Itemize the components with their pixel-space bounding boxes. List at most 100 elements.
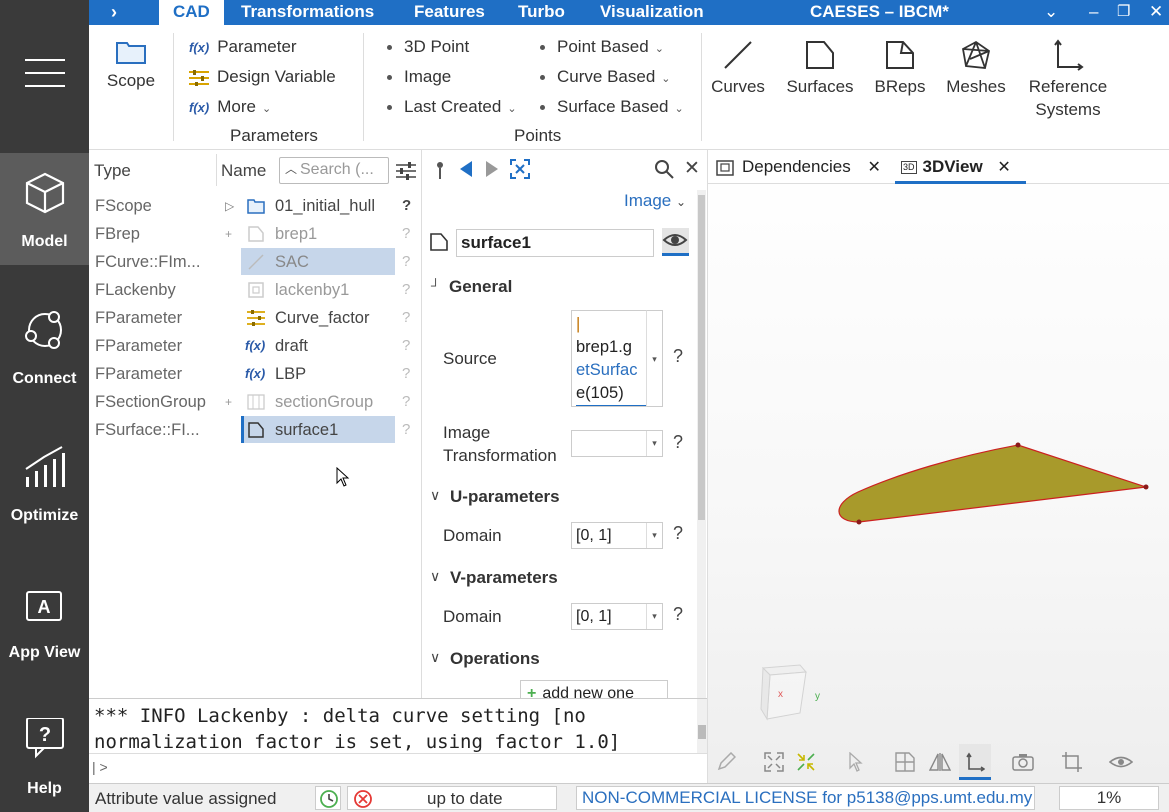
help-question-icon[interactable]: ? (402, 360, 410, 388)
object-name-field[interactable]: surface1 (456, 229, 654, 257)
u-domain-select[interactable]: [0, 1] ▾ (571, 522, 663, 549)
properties-scrollbar[interactable] (697, 190, 706, 698)
u-parameters-section-header[interactable]: U-parameters (450, 487, 560, 507)
point-based-button[interactable]: Point Based ⌄ (540, 37, 664, 57)
help-question-icon[interactable]: ? (402, 248, 410, 276)
more-button[interactable]: f(x) More ⌄ (189, 97, 271, 117)
scope-button[interactable]: Scope (104, 39, 158, 92)
help-question-icon[interactable]: ? (402, 388, 410, 416)
general-section-header[interactable]: General (449, 277, 512, 297)
surface-based-button[interactable]: Surface Based ⌄ (540, 97, 684, 117)
parameter-button[interactable]: f(x) Parameter (189, 37, 297, 57)
v-domain-select[interactable]: [0, 1] ▾ (571, 603, 663, 630)
rail-connect[interactable]: Connect (0, 290, 89, 402)
expand-chevron-icon[interactable]: › (111, 0, 117, 25)
add-new-operation-button[interactable]: + add new one (520, 680, 668, 698)
filter-settings-icon[interactable] (396, 161, 416, 181)
help-question-icon[interactable]: ? (402, 220, 410, 248)
image-transformation-select[interactable]: ▾ (571, 430, 663, 457)
rail-optimize[interactable]: Optimize (0, 427, 89, 539)
tab-cad[interactable]: CAD (159, 0, 224, 25)
close-icon[interactable]: ✕ (684, 157, 700, 180)
close-window-icon[interactable]: ✕ (1149, 0, 1163, 25)
axes-toggle-button[interactable] (959, 744, 991, 780)
tab-transformations[interactable]: Transformations (241, 0, 374, 25)
tree-row[interactable]: FScope ▷ 01_initial_hull ? (89, 192, 421, 220)
console-output[interactable]: *** INFO Lackenby : delta curve setting … (89, 698, 707, 753)
operations-section-header[interactable]: Operations (450, 649, 540, 669)
help-question-icon[interactable]: ? (402, 276, 410, 304)
close-icon[interactable]: ✕ (997, 159, 1010, 176)
tab-3dview[interactable]: 3D 3DView ✕ (895, 150, 1026, 184)
select-target-icon[interactable] (510, 159, 530, 179)
tab-turbo[interactable]: Turbo (518, 0, 565, 25)
license-info[interactable]: NON-COMMERCIAL LICENSE for p5138@pps.umt… (576, 786, 1035, 810)
meshes-button[interactable]: Meshes (942, 39, 1010, 98)
tree-row[interactable]: FParameter f(x) LBP ? (89, 360, 421, 388)
chevron-down-icon[interactable]: ∨ (430, 649, 440, 666)
back-arrow-icon[interactable] (459, 160, 473, 178)
mirror-icon[interactable] (929, 752, 951, 772)
tree-row[interactable]: FParameter f(x) draft ? (89, 332, 421, 360)
breps-button[interactable]: BReps (869, 39, 931, 98)
design-variable-button[interactable]: Design Variable (189, 67, 336, 87)
v-parameters-section-header[interactable]: V-parameters (450, 568, 558, 588)
rail-model[interactable]: Model (0, 153, 89, 265)
tree-row[interactable]: FParameter Curve_factor ? (89, 304, 421, 332)
eye-icon[interactable] (1109, 754, 1133, 770)
zoom-selection-icon[interactable] (796, 752, 816, 772)
help-question-icon[interactable]: ? (673, 604, 683, 625)
tree-row[interactable]: FSectionGroup + sectionGroup ? (89, 388, 421, 416)
chevron-down-icon[interactable]: ⌄ (1044, 0, 1058, 25)
fit-view-icon[interactable] (764, 752, 784, 772)
tab-dependencies[interactable]: Dependencies ✕ (716, 150, 881, 184)
collapse-icon[interactable]: ┘ (431, 278, 440, 293)
tree-row[interactable]: FCurve::FIm... SAC ? (89, 248, 421, 276)
curve-based-button[interactable]: Curve Based ⌄ (540, 67, 671, 87)
search-input[interactable]: ︿ Search (... (279, 157, 389, 184)
tab-features[interactable]: Features (414, 0, 485, 25)
pencil-icon[interactable] (716, 752, 736, 772)
expand-plus-icon[interactable]: + (225, 220, 232, 248)
help-question-icon[interactable]: ? (673, 432, 683, 453)
update-status-box[interactable]: up to date (347, 786, 557, 810)
search-icon[interactable] (654, 159, 674, 179)
curves-button[interactable]: Curves (707, 39, 769, 98)
help-question-icon[interactable]: ? (402, 192, 411, 220)
help-question-icon[interactable]: ? (402, 304, 410, 332)
help-question-icon[interactable]: ? (402, 332, 410, 360)
restore-icon[interactable]: ❐ (1117, 0, 1130, 25)
console-scrollbar[interactable] (697, 699, 707, 753)
column-header-name[interactable]: Name (221, 161, 266, 181)
camera-icon[interactable] (1012, 752, 1034, 772)
close-icon[interactable]: ✕ (867, 159, 880, 176)
crop-ruler-icon[interactable] (1061, 751, 1083, 773)
history-button[interactable] (315, 786, 341, 810)
chevron-down-icon[interactable]: ∨ (430, 487, 440, 504)
tree-row[interactable]: FLackenby lackenby1 ? (89, 276, 421, 304)
chevron-down-icon[interactable]: ∨ (430, 568, 440, 585)
3d-point-button[interactable]: 3D Point (387, 37, 469, 57)
rail-help[interactable]: ? Help (0, 700, 89, 812)
help-question-icon[interactable]: ? (673, 346, 683, 367)
last-created-button[interactable]: Last Created ⌄ (387, 97, 517, 117)
tree-row[interactable]: FBrep + brep1 ? (89, 220, 421, 248)
grid-view-icon[interactable] (895, 752, 915, 772)
surfaces-button[interactable]: Surfaces (784, 39, 856, 98)
tree-row[interactable]: FSurface::FI... surface1 ? (89, 416, 421, 444)
source-dropdown-arrow[interactable]: ▾ (646, 310, 663, 407)
rail-appview[interactable]: A App View (0, 564, 89, 676)
visibility-toggle[interactable] (662, 228, 689, 256)
hamburger-menu-button[interactable] (0, 15, 89, 130)
help-question-icon[interactable]: ? (402, 416, 410, 444)
minimize-icon[interactable]: – (1089, 0, 1098, 25)
image-point-button[interactable]: Image (387, 67, 451, 87)
select-pointer-icon[interactable] (848, 752, 864, 772)
expand-arrow-icon[interactable]: ▷ (225, 192, 234, 220)
help-question-icon[interactable]: ? (673, 523, 683, 544)
image-view-dropdown[interactable]: Image ⌄ (624, 191, 686, 211)
reference-systems-button[interactable]: Reference Systems (1024, 39, 1112, 121)
3d-viewport[interactable]: x y (708, 184, 1169, 744)
expand-plus-icon[interactable]: + (225, 388, 232, 416)
column-header-type[interactable]: Type (94, 161, 131, 181)
